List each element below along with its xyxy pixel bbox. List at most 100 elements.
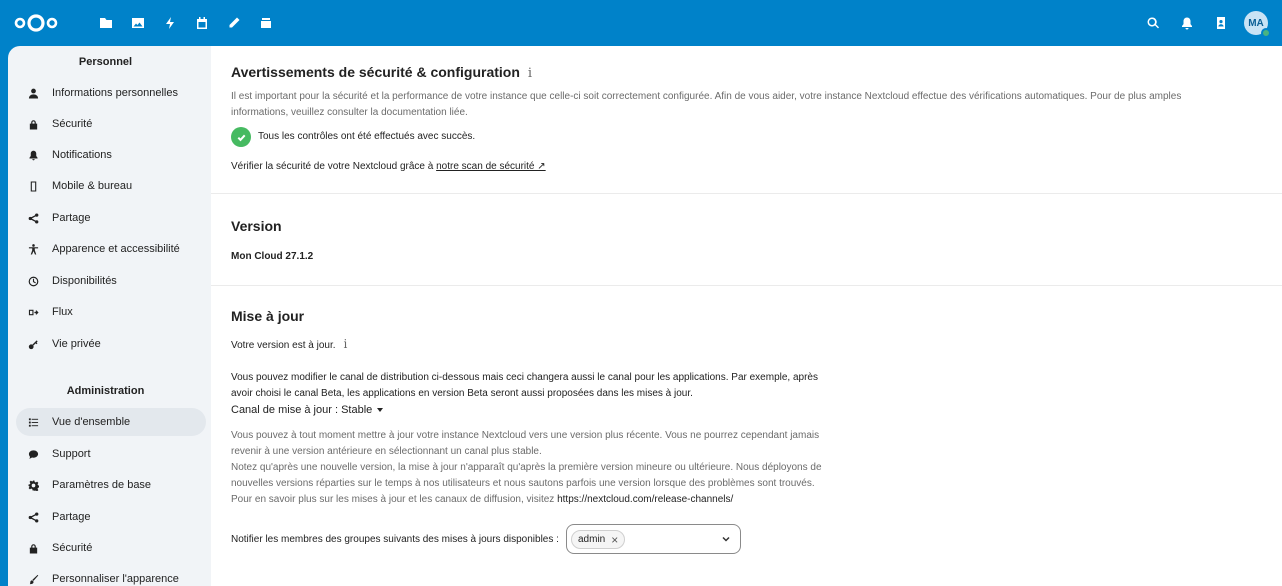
group-chip: admin × (571, 530, 626, 549)
search-icon[interactable] (1136, 11, 1170, 35)
update-title: Mise à jour (231, 308, 305, 324)
sidebar-item-label: Disponibilités (52, 275, 117, 287)
update-status: Votre version est à jour. i (231, 336, 347, 354)
accessibility-icon (26, 242, 40, 256)
activity-icon[interactable] (154, 13, 186, 33)
help-line: Notez qu'après une nouvelle version, la … (231, 462, 822, 473)
sidebar-item-label: Partage (52, 212, 91, 224)
admin-caption: Administration (66, 385, 145, 397)
lock-icon (26, 117, 40, 131)
gear-icon (26, 478, 40, 492)
sidebar-item-privacy[interactable]: Vie privée (16, 330, 206, 358)
sidebar-item-label: Paramètres de base (52, 479, 152, 491)
sidebar-item-basic-settings[interactable]: Paramètres de base (16, 471, 206, 499)
help-line: revenir à une version antérieure en séle… (231, 446, 542, 457)
avatar-initials: MA (1248, 17, 1264, 29)
sidebar-item-security-personal[interactable]: Sécurité (16, 110, 206, 138)
info-icon[interactable]: i (528, 66, 532, 81)
security-intro-line: Il est important pour la sécurité et la … (231, 91, 1182, 102)
bell-icon[interactable] (1170, 11, 1204, 35)
channel-description-line: avoir choisi le canal Beta, les applicat… (231, 388, 693, 399)
sidebar-item-customize-appearance[interactable]: Personnaliser l'apparence (16, 565, 206, 586)
sidebar-item-label: Sécurité (52, 118, 93, 130)
clock-icon (26, 274, 40, 288)
sidebar-item-mobile-desktop[interactable]: Mobile & bureau (16, 172, 206, 200)
personal-caption: Personnel (78, 56, 133, 68)
channel-description: Vous pouvez modifier le canal de distrib… (231, 370, 818, 402)
channel-dropdown[interactable]: Stable (341, 404, 384, 416)
info-icon[interactable]: i (344, 337, 348, 351)
version-value: Mon Cloud 27.1.2 (231, 251, 314, 262)
security-scan-link[interactable]: notre scan de sécurité ↗ (436, 161, 546, 172)
brush-icon (26, 572, 40, 586)
online-status-indicator (1261, 28, 1271, 38)
sidebar-item-label: Mobile & bureau (52, 180, 133, 192)
more-prefix: Pour en savoir plus sur les mises à jour… (231, 494, 558, 505)
security-scan-line: Vérifier la sécurité de votre Nextcloud … (231, 159, 546, 175)
top-header: MA (0, 0, 1282, 46)
security-title: Avertissements de sécurité & configurati… (231, 64, 532, 81)
sidebar-item-flow[interactable]: Flux (16, 298, 206, 326)
sidebar-item-security-admin[interactable]: Sécurité (16, 534, 206, 562)
help-line: nouvelles versions réparties sur le temp… (231, 478, 815, 489)
notify-groups-select[interactable]: admin × (566, 524, 741, 554)
check-icon (231, 127, 251, 147)
sidebar-item-overview[interactable]: Vue d'ensemble (16, 408, 206, 436)
sidebar-item-label: Notifications (52, 149, 112, 161)
lock-icon (26, 541, 40, 555)
help-line: Pour en savoir plus sur les mises à jour… (231, 492, 822, 508)
sidebar-item-label: Vie privée (52, 338, 101, 350)
group-chip-label: admin (578, 534, 606, 545)
security-intro: Il est important pour la sécurité et la … (231, 89, 1181, 121)
calendar-icon[interactable] (186, 13, 218, 33)
close-icon[interactable]: × (611, 533, 618, 547)
header-actions: MA (1136, 11, 1271, 38)
deck-icon[interactable] (250, 13, 282, 33)
sidebar-item-notifications[interactable]: Notifications (16, 141, 206, 169)
key-icon (26, 337, 40, 351)
channel-selector-row: Canal de mise à jour : Stable (231, 402, 384, 418)
version-title: Version (231, 218, 282, 234)
help-line: Vous pouvez à tout moment mettre à jour … (231, 430, 820, 441)
settings-sidebar: Personnel Informations personnelles Sécu… (8, 46, 211, 586)
notify-label: Notifier les membres des groupes suivant… (231, 534, 559, 545)
sidebar-item-sharing-admin[interactable]: Partage (16, 503, 206, 531)
app-menu (90, 13, 282, 33)
sidebar-item-label: Sécurité (52, 542, 93, 554)
sidebar-item-label: Flux (52, 306, 73, 318)
notes-icon[interactable] (218, 13, 250, 33)
security-intro-line: informations, veuillez consulter la docu… (231, 107, 468, 118)
sidebar-item-sharing-personal[interactable]: Partage (16, 204, 206, 232)
flow-icon (26, 305, 40, 319)
sidebar-item-availability[interactable]: Disponibilités (16, 267, 206, 295)
sidebar-item-personal-info[interactable]: Informations personnelles (16, 79, 206, 107)
photos-icon[interactable] (122, 13, 154, 33)
bell-icon (26, 148, 40, 162)
chat-icon (26, 447, 40, 461)
caret-down-icon (377, 408, 384, 413)
files-icon[interactable] (90, 13, 122, 33)
channel-value: Stable (341, 404, 373, 416)
sidebar-item-appearance-accessibility[interactable]: Apparence et accessibilité (16, 235, 206, 263)
security-section: Avertissements de sécurité & configurati… (211, 46, 1282, 194)
user-avatar[interactable]: MA (1244, 11, 1271, 38)
chevron-down-icon[interactable] (720, 533, 732, 545)
user-icon (26, 86, 40, 100)
nextcloud-logo[interactable] (14, 12, 58, 34)
release-channels-link[interactable]: https://nextcloud.com/release-channels/ (557, 494, 733, 505)
sidebar-item-label: Informations personnelles (52, 87, 178, 99)
settings-content: Avertissements de sécurité & configurati… (211, 46, 1282, 586)
share-icon (26, 510, 40, 524)
version-section: Version Mon Cloud 27.1.2 (211, 194, 1282, 286)
update-help-text: Vous pouvez à tout moment mettre à jour … (231, 428, 822, 508)
channel-description-line: Vous pouvez modifier le canal de distrib… (231, 372, 818, 383)
update-status-text: Votre version est à jour. (231, 340, 336, 351)
list-icon (26, 415, 40, 429)
channel-label: Canal de mise à jour : (231, 404, 338, 416)
sidebar-item-label: Personnaliser l'apparence (52, 573, 179, 585)
contacts-icon[interactable] (1204, 11, 1238, 35)
sidebar-item-support[interactable]: Support (16, 440, 206, 468)
share-icon (26, 211, 40, 225)
checks-ok-text: Tous les contrôles ont été effectués ave… (258, 131, 476, 142)
update-section: Mise à jour Votre version est à jour. i V… (211, 286, 1282, 586)
